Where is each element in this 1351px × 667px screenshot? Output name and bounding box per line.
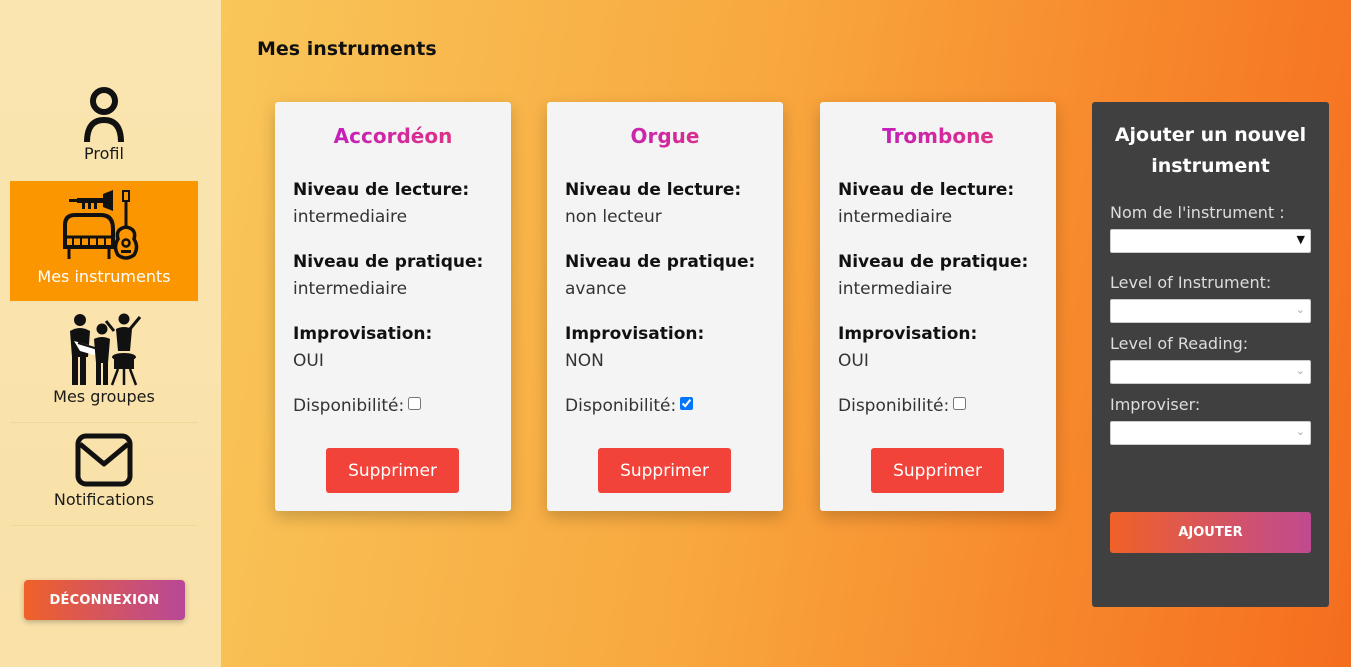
sidebar-item-profil[interactable]: Profil (10, 86, 198, 168)
availability-checkbox[interactable] (953, 396, 967, 410)
reading-level-value: non lecteur (565, 207, 662, 227)
reading-level-value: intermediaire (293, 207, 408, 227)
delete-button[interactable]: Supprimer (326, 448, 459, 493)
reading-level-label: Niveau de lecture: (293, 180, 470, 200)
availability-row: Disponibilité: (565, 396, 694, 416)
improviser-select[interactable]: ⌄ (1110, 421, 1311, 445)
envelope-icon (75, 433, 133, 487)
add-panel-title: Ajouter un nouvel instrument (1114, 124, 1307, 177)
improvisation-label: Improvisation: (838, 324, 978, 344)
instrument-name-select[interactable]: ▼ (1110, 229, 1311, 253)
availability-checkbox[interactable] (408, 396, 422, 410)
availability-checkbox[interactable] (680, 396, 694, 410)
availability-label: Disponibilité: (293, 396, 405, 416)
sidebar-item-label: Profil (84, 144, 124, 163)
instrument-name: Accordéon (275, 124, 511, 148)
sidebar-item-notifications[interactable]: Notifications (10, 432, 198, 514)
availability-row: Disponibilité: (293, 396, 422, 416)
reading-level-value: intermediaire (838, 207, 953, 227)
practice-level-value: intermediaire (293, 279, 408, 299)
improvisation-label: Improvisation: (293, 324, 433, 344)
practice-level-label: Niveau de pratique: (838, 252, 1029, 272)
nav-divider (10, 422, 198, 423)
instrument-level-select[interactable]: ⌄ (1110, 299, 1311, 323)
person-icon (84, 87, 124, 143)
availability-row: Disponibilité: (838, 396, 967, 416)
chevron-down-icon: ⌄ (1295, 303, 1305, 316)
availability-label: Disponibilité: (565, 396, 677, 416)
page-title: Mes instruments (257, 38, 437, 60)
add-instrument-panel: Ajouter un nouvel instrument Nom de l'in… (1092, 102, 1329, 607)
sidebar-item-mes-instruments[interactable]: Mes instruments (10, 181, 198, 301)
instrument-name-label: Nom de l'instrument : (1110, 203, 1285, 222)
availability-label: Disponibilité: (838, 396, 950, 416)
chevron-down-icon: ⌄ (1295, 364, 1305, 377)
sidebar-item-mes-groupes[interactable]: Mes groupes (10, 311, 198, 411)
reading-level-label: Niveau de lecture: (838, 180, 1015, 200)
practice-level-value: intermediaire (838, 279, 953, 299)
reading-level-label: Level of Reading: (1110, 334, 1249, 353)
sidebar: Profil Mes instruments Mes groupes Notif… (0, 0, 221, 667)
instrument-name: Orgue (547, 124, 783, 148)
add-instrument-button[interactable]: AJOUTER (1110, 512, 1311, 553)
reading-level-select[interactable]: ⌄ (1110, 360, 1311, 384)
instrument-name: Trombone (820, 124, 1056, 148)
sidebar-item-label: Notifications (53, 490, 155, 509)
improvisation-value: OUI (838, 351, 869, 371)
instruments-icon (63, 190, 139, 260)
chevron-down-icon: ▼ (1296, 233, 1305, 246)
instrument-card: Accordéon Niveau de lecture: intermediai… (275, 102, 511, 511)
improviser-label: Improviser: (1110, 395, 1201, 414)
instrument-card: Orgue Niveau de lecture: non lecteur Niv… (547, 102, 783, 511)
sidebar-item-label: Mes instruments (37, 267, 171, 286)
delete-button[interactable]: Supprimer (871, 448, 1004, 493)
band-icon (70, 313, 142, 386)
practice-level-label: Niveau de pratique: (293, 252, 484, 272)
reading-level-label: Niveau de lecture: (565, 180, 742, 200)
chevron-down-icon: ⌄ (1295, 425, 1305, 438)
sidebar-item-label: Mes groupes (53, 387, 155, 406)
instrument-level-label: Level of Instrument: (1110, 273, 1272, 292)
main-content: Mes instruments Accordéon Niveau de lect… (221, 0, 1351, 667)
improvisation-value: NON (565, 351, 604, 371)
nav-divider (10, 525, 198, 526)
practice-level-value: avance (565, 279, 627, 299)
instrument-card: Trombone Niveau de lecture: intermediair… (820, 102, 1056, 511)
improvisation-label: Improvisation: (565, 324, 705, 344)
logout-button[interactable]: DÉCONNEXION (24, 580, 185, 620)
improvisation-value: OUI (293, 351, 324, 371)
practice-level-label: Niveau de pratique: (565, 252, 756, 272)
delete-button[interactable]: Supprimer (598, 448, 731, 493)
